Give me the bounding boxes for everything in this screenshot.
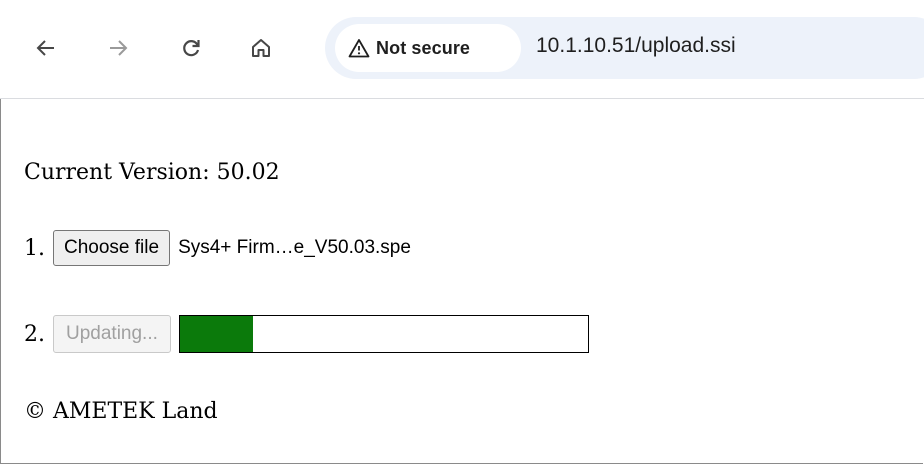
- current-version: Current Version: 50.02: [24, 160, 280, 185]
- updating-button: Updating...: [53, 315, 171, 353]
- warning-icon: [348, 37, 370, 59]
- copyright-text: © AMETEK Land: [24, 399, 218, 424]
- browser-toolbar: Not secure 10.1.10.51/upload.ssi: [0, 0, 924, 99]
- progress-bar: [178, 315, 589, 353]
- forward-arrow-icon: [110, 40, 128, 56]
- home-icon: [252, 39, 270, 57]
- security-label: Not secure: [376, 37, 471, 58]
- reload-icon: [183, 40, 200, 57]
- choose-file-button[interactable]: Choose file: [53, 230, 171, 266]
- selected-file-name: Sys4+ Firm…e_V50.03.spe: [178, 237, 411, 258]
- back-button[interactable]: [30, 32, 62, 64]
- step-2-row: 2. Updating...: [24, 315, 589, 353]
- step-1-number: 1.: [24, 235, 45, 261]
- reload-button[interactable]: [175, 32, 207, 64]
- forward-button[interactable]: [102, 32, 134, 64]
- url-text[interactable]: 10.1.10.51/upload.ssi: [536, 34, 736, 58]
- progress-fill: [179, 316, 254, 352]
- home-button[interactable]: [245, 32, 277, 64]
- security-chip[interactable]: Not secure: [335, 24, 521, 72]
- step-1-row: 1. Choose file Sys4+ Firm…e_V50.03.spe: [24, 230, 411, 266]
- back-arrow-icon: [36, 40, 54, 56]
- step-2-number: 2.: [24, 321, 45, 347]
